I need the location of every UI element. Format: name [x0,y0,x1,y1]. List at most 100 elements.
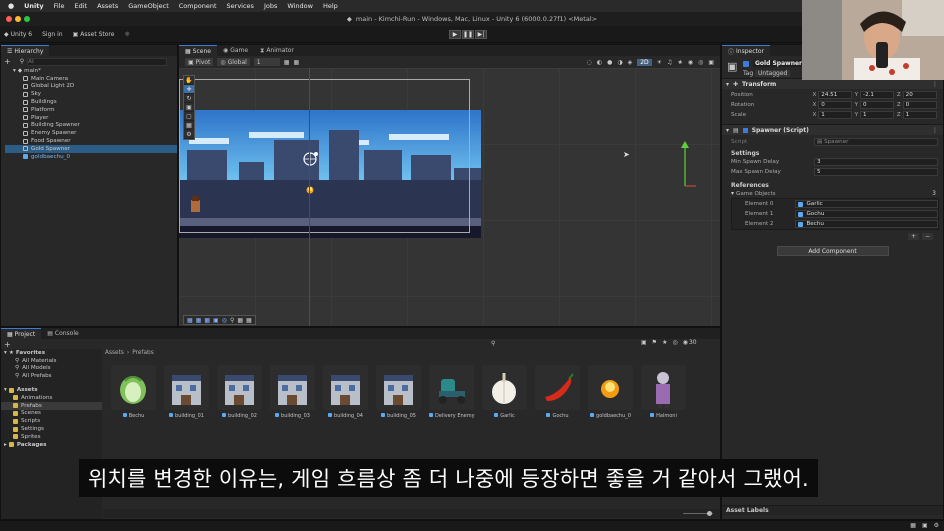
component-menu-icon[interactable]: ⋮ [932,127,938,134]
draw-mode-icon[interactable]: ◌ [587,59,592,66]
assets-root-row[interactable]: ▾ Assets [1,386,102,394]
prefab-asset[interactable]: Bechu [111,365,156,419]
step-button[interactable]: ▶| [475,30,487,39]
add-asset-icon[interactable]: + [4,340,11,349]
hierarchy-item[interactable]: Food Spawner [5,137,177,145]
move-tool-icon[interactable]: ✚ [184,85,194,94]
overlay-snap-icon[interactable]: ▦ [196,317,202,324]
icon-size-slider-thumb[interactable] [707,511,712,516]
list-add-button[interactable]: + [907,233,919,240]
menu-file[interactable]: File [54,2,65,10]
hierarchy-item[interactable]: Enemy Spawner [5,129,177,137]
prefab-asset[interactable]: Garlic [482,365,527,419]
rect-tool-icon[interactable]: ▢ [184,112,194,121]
assets-folder-item[interactable]: Sprites [1,433,102,441]
tab-console[interactable]: ▤ Console [41,328,85,339]
hierarchy-search-input[interactable] [27,57,168,66]
menu-component[interactable]: Component [179,2,217,10]
zoom-window-button[interactable] [24,16,30,22]
prefab-asset[interactable]: Delivery Enemy [429,365,475,419]
menu-services[interactable]: Services [227,2,254,10]
assets-folder-item[interactable]: Scenes [1,410,102,418]
hand-tool-icon[interactable]: ✋ [184,76,194,85]
overlay-search-icon[interactable]: ⚲ [230,317,234,324]
overlay-move-icon[interactable]: ▦ [187,317,193,324]
filter-label-icon[interactable]: ⚑ [652,339,657,346]
overlay-grid-icon[interactable]: ▦ [204,317,210,324]
gizmos-icon[interactable]: ◎ [698,59,703,66]
filter-type-icon[interactable]: ▣ [641,339,647,346]
tab-hierarchy[interactable]: ☰ Hierarchy [1,45,50,56]
overlay-tile-icon[interactable]: ▦ [237,317,243,324]
cloud-icon[interactable]: ☼ [124,31,129,38]
assets-folder-item[interactable]: Prefabs [1,401,102,410]
add-icon[interactable]: + [4,57,11,66]
play-button[interactable]: ▶ [449,30,461,39]
hierarchy-item[interactable]: goldbaechu_0 [5,153,177,161]
fold-arrow-icon[interactable]: ▾ [13,68,16,74]
favorite-icon[interactable]: ★ [662,339,667,346]
list-element-field[interactable]: Garlic [795,200,938,208]
menu-gameobject[interactable]: GameObject [128,2,169,10]
spawner-script-header[interactable]: ▾ ▤ Spawner (Script) ⋮ [722,124,943,135]
camera-icon[interactable]: ▣ [708,59,714,66]
object-name-field[interactable]: Gold Spawner [753,60,804,67]
max-spawn-delay-field[interactable]: 5 [814,168,938,176]
assets-folder-item[interactable]: Animations [1,394,102,402]
tab-scene[interactable]: ▦ Scene [179,45,217,56]
menu-help[interactable]: Help [323,2,338,10]
axis-z-field[interactable]: 0 [902,101,937,109]
breadcrumb-assets[interactable]: Assets [105,350,124,356]
global-dropdown[interactable]: ◎ Global [217,58,250,66]
prefab-asset[interactable]: building_05 [376,365,421,419]
fx-icon[interactable]: ◈ [628,59,633,66]
cache-icon[interactable]: ▣ [922,522,928,529]
pause-button[interactable]: ❚❚ [462,30,474,39]
axis-x-field[interactable]: 24.51 [818,91,853,99]
menu-assets[interactable]: Assets [97,2,118,10]
prefab-asset[interactable]: building_04 [323,365,368,419]
assets-folder-item[interactable]: Scripts [1,417,102,425]
custom-tool-icon[interactable]: ⚙ [184,130,194,139]
favorites-row[interactable]: ▾ ★ Favorites [1,349,102,357]
pivot-dropdown[interactable]: ▣ Pivot [185,58,214,66]
rotate-tool-icon[interactable]: ↻ [184,94,194,103]
menu-edit[interactable]: Edit [74,2,87,10]
scene-row[interactable]: ▾ ◆ main* [5,67,177,75]
overlay-paint-icon[interactable]: ◎ [222,317,227,324]
add-component-button[interactable]: Add Component [776,246,889,256]
breadcrumb-prefabs[interactable]: Prefabs [132,350,154,356]
mode-2d-toggle[interactable]: 2D [637,59,652,66]
tab-animator[interactable]: ⧗ Animator [254,45,300,56]
close-window-button[interactable] [6,16,12,22]
tab-inspector[interactable]: ⓘ Inspector [722,45,771,56]
active-checkbox[interactable] [743,61,749,67]
scene-view[interactable]: ✋ ✚ ↻ ▣ ▢ ▦ ⚙ ➤ ▦ ▦ ▦ ▣ ◎ ⚲ ▦ ▦ [179,68,720,326]
hierarchy-item[interactable]: Player [5,114,177,122]
list-element-field[interactable]: Gochu [795,210,938,218]
axis-x-field[interactable]: 0 [818,101,853,109]
axis-z-field[interactable]: 1 [902,111,937,119]
audio-toggle-icon[interactable]: ♫ [667,59,672,66]
component-menu-icon[interactable]: ⋮ [932,81,938,88]
list-remove-button[interactable]: − [921,233,933,240]
hierarchy-item[interactable]: Gold Spawner [5,144,177,153]
tab-project[interactable]: ▦ Project [1,328,42,339]
prefab-asset[interactable]: Gochu [535,365,580,419]
prefab-asset[interactable]: goldbaechu_0 [588,365,633,419]
axis-z-field[interactable]: 20 [902,91,937,99]
grid-snap-icon[interactable]: ▦ [284,59,290,66]
hidden-packages-icon[interactable]: ◎ [672,339,677,346]
lighting-icon[interactable]: ● [607,59,612,66]
snap-increment-field[interactable]: 1 [253,58,280,66]
hierarchy-item[interactable]: Building Spawner [5,122,177,130]
light-toggle-icon[interactable]: ☀ [657,59,662,66]
minimize-window-button[interactable] [15,16,21,22]
search-icon[interactable]: ⚲ [491,340,495,347]
account-dropdown[interactable]: ◆ Unity 6 [4,31,32,38]
axis-y-field[interactable]: 1 [860,111,895,119]
prefab-asset[interactable]: building_01 [164,365,209,419]
assets-folder-item[interactable]: Settings [1,425,102,433]
menu-window[interactable]: Window [287,2,313,10]
favorite-item[interactable]: ⚲ All Models [1,365,102,373]
